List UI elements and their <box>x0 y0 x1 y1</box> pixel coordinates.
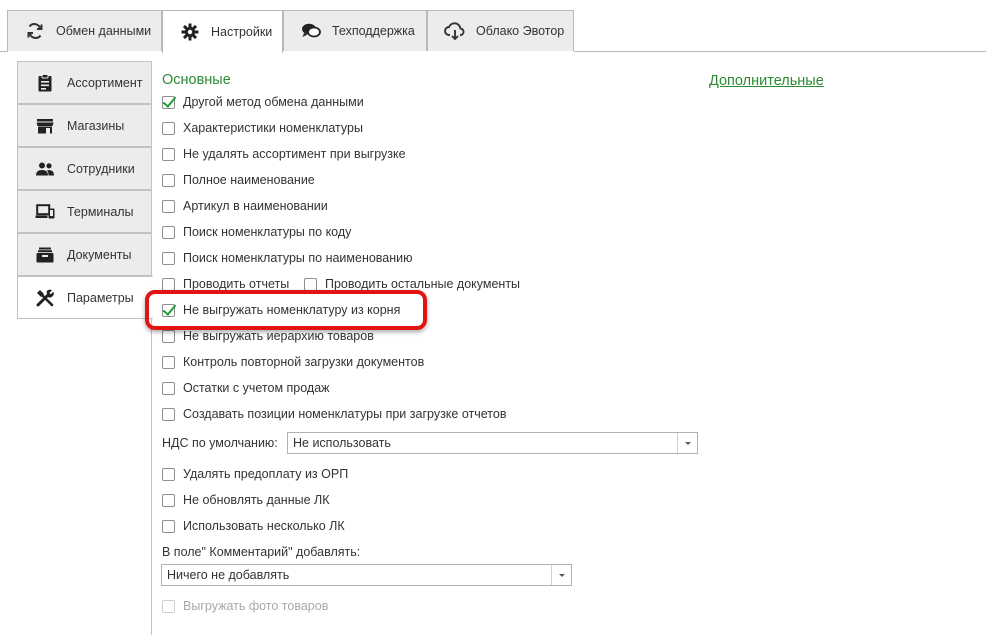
checkbox[interactable] <box>162 493 175 507</box>
sidebar-item-parameters-label: Параметры <box>67 290 134 305</box>
option-label: Другой метод обмена данными <box>183 95 364 109</box>
sidebar-item-documents-label: Документы <box>67 247 132 262</box>
option-label: Не удалять ассортимент при выгрузке <box>183 147 406 161</box>
tab-data-exchange-label: Обмен данными <box>56 24 152 38</box>
checkbox[interactable] <box>162 199 175 213</box>
checkbox[interactable] <box>304 277 317 291</box>
sidebar-item-terminals[interactable]: Терминалы <box>17 190 152 233</box>
vat-select[interactable]: Не использовать <box>287 432 698 454</box>
archive-icon <box>34 244 56 266</box>
option-label: Проводить отчеты <box>183 277 290 291</box>
option-item-characteristics[interactable]: Характеристики номенклатуры <box>162 119 363 137</box>
tab-baseline-right <box>574 51 986 52</box>
sidebar-item-parameters[interactable]: Параметры <box>17 276 153 319</box>
option-label: Выгружать фото товаров <box>183 599 329 613</box>
tab-settings[interactable]: Настройки <box>162 10 283 53</box>
chat-icon <box>300 20 322 42</box>
tab-baseline-left <box>0 51 8 52</box>
option-label: Проводить остальные документы <box>325 277 521 291</box>
tab-evotor-cloud[interactable]: Облако Эвотор <box>427 10 574 51</box>
tools-icon <box>34 287 56 309</box>
checkbox[interactable] <box>162 381 175 395</box>
option-keep-assortment[interactable]: Не удалять ассортимент при выгрузке <box>162 145 406 163</box>
comment-select-value: Ничего не добавлять <box>167 568 290 582</box>
option-label: Остатки с учетом продаж <box>183 381 330 395</box>
gear-icon <box>179 21 201 43</box>
option-delete-prepayment[interactable]: Удалять предоплату из ОРП <box>162 465 348 483</box>
sidebar-item-terminals-label: Терминалы <box>67 204 134 219</box>
sidebar-item-assortment[interactable]: Ассортимент <box>17 61 152 104</box>
clipboard-icon <box>34 72 56 94</box>
checkbox[interactable] <box>162 467 175 481</box>
sidebar-item-assortment-label: Ассортимент <box>67 75 143 90</box>
checkbox[interactable] <box>162 355 175 369</box>
option-multiple-lk[interactable]: Использовать несколько ЛК <box>162 517 345 535</box>
option-label: Не обновлять данные ЛК <box>183 493 330 507</box>
tab-support[interactable]: Техподдержка <box>283 10 427 51</box>
comment-label: В поле" Комментарий" добавлять: <box>162 545 361 559</box>
option-article-in-name[interactable]: Артикул в наименовании <box>162 197 328 215</box>
side-divider-top <box>151 61 152 276</box>
checkbox[interactable] <box>162 329 175 343</box>
option-label: Использовать несколько ЛК <box>183 519 345 533</box>
option-stock-with-sales[interactable]: Остатки с учетом продаж <box>162 379 330 397</box>
dropdown-arrow-icon[interactable] <box>677 433 697 453</box>
option-label: Поиск номенклатуры по наименованию <box>183 251 413 265</box>
option-search-by-name[interactable]: Поиск номенклатуры по наименованию <box>162 249 413 267</box>
checkbox[interactable] <box>162 173 175 187</box>
people-icon <box>34 158 56 180</box>
option-other-exchange-method[interactable]: Другой метод обмена данными <box>162 93 364 111</box>
highlight-frame <box>145 290 427 330</box>
tab-data-exchange[interactable]: Обмен данными <box>7 10 162 51</box>
option-label: Поиск номенклатуры по коду <box>183 225 352 239</box>
dropdown-arrow-icon[interactable] <box>551 565 571 585</box>
sidebar-item-employees-label: Сотрудники <box>67 161 135 176</box>
tab-settings-label: Настройки <box>211 25 273 39</box>
sidebar-item-documents[interactable]: Документы <box>17 233 152 276</box>
devices-icon <box>34 201 56 223</box>
cloud-icon <box>444 20 466 42</box>
checkbox[interactable] <box>162 251 175 265</box>
checkbox[interactable] <box>162 519 175 533</box>
checkbox[interactable] <box>162 407 175 421</box>
option-label: Удалять предоплату из ОРП <box>183 467 349 481</box>
checkbox[interactable] <box>162 147 175 161</box>
top-tab-bar: Обмен данными Настройки Техподдержка Обл… <box>0 0 986 53</box>
section-additional-link[interactable]: Дополнительные <box>709 73 824 89</box>
sync-icon <box>24 20 46 42</box>
comment-select[interactable]: Ничего не добавлять <box>161 564 572 586</box>
option-label: Контроль повторной загрузки документов <box>183 355 425 369</box>
option-no-update-lk[interactable]: Не обновлять данные ЛК <box>162 491 330 509</box>
option-label: Полное наименование <box>183 173 315 187</box>
vat-select-value: Не использовать <box>293 436 391 450</box>
side-divider-bottom <box>151 318 152 635</box>
store-icon <box>34 115 56 137</box>
option-reload-control[interactable]: Контроль повторной загрузки документов <box>162 353 424 371</box>
option-full-name[interactable]: Полное наименование <box>162 171 315 189</box>
tab-evotor-cloud-label: Облако Эвотор <box>476 24 565 38</box>
sidebar-item-employees[interactable]: Сотрудники <box>17 147 152 190</box>
vat-label: НДС по умолчанию: <box>162 436 278 450</box>
tab-support-label: Техподдержка <box>332 24 415 38</box>
option-label: Не выгружать иерархию товаров <box>183 329 374 343</box>
sidebar-item-stores[interactable]: Магазины <box>17 104 152 147</box>
option-label: Артикул в наименовании <box>183 199 328 213</box>
section-main-title: Основные <box>162 72 231 88</box>
option-search-by-code[interactable]: Поиск номенклатуры по коду <box>162 223 351 241</box>
checkbox[interactable] <box>162 121 175 135</box>
sidebar-item-stores-label: Магазины <box>67 118 125 133</box>
checkbox[interactable] <box>162 225 175 239</box>
option-label: Характеристики номенклатуры <box>183 121 363 135</box>
checkbox[interactable] <box>162 95 175 109</box>
option-export-photos: Выгружать фото товаров <box>162 597 328 615</box>
checkbox <box>162 599 175 613</box>
option-label: Создавать позиции номенклатуры при загру… <box>183 407 507 421</box>
checkbox[interactable] <box>162 277 175 291</box>
option-create-items-on-reports[interactable]: Создавать позиции номенклатуры при загру… <box>162 405 506 423</box>
